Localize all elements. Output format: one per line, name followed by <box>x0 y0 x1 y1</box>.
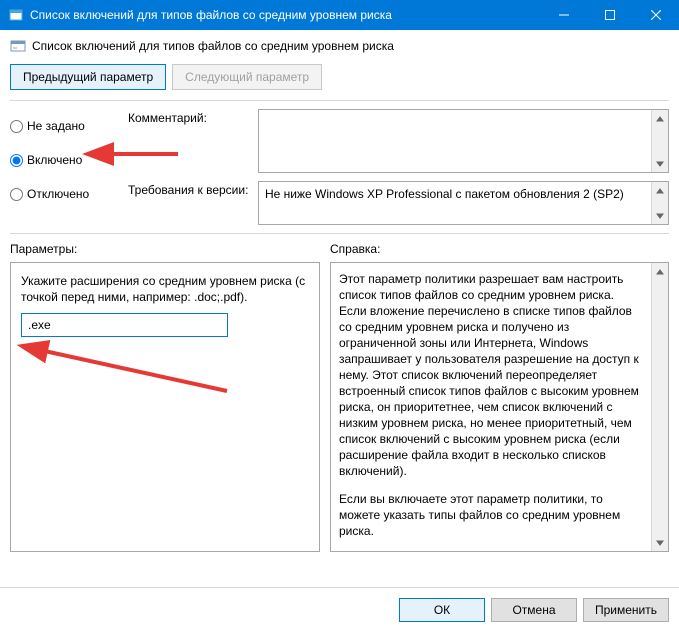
scrollbar[interactable] <box>651 182 668 224</box>
help-label: Справка: <box>330 242 380 256</box>
radio-disabled-label[interactable]: Отключено <box>27 187 89 201</box>
scroll-down-icon[interactable] <box>652 534 668 551</box>
scroll-down-icon[interactable] <box>652 207 668 224</box>
radio-disabled[interactable] <box>10 188 23 201</box>
extensions-input[interactable] <box>21 313 228 337</box>
ok-button[interactable]: ОК <box>399 598 485 622</box>
apply-button[interactable]: Применить <box>583 598 669 622</box>
window-controls <box>541 0 679 30</box>
radio-not-configured[interactable] <box>10 120 23 133</box>
supported-value: Не ниже Windows XP Professional с пакето… <box>265 187 624 201</box>
policy-header: Список включений для типов файлов со сре… <box>10 38 669 54</box>
minimize-button[interactable] <box>541 0 587 30</box>
policy-title: Список включений для типов файлов со сре… <box>32 39 394 53</box>
window-title: Список включений для типов файлов со сре… <box>30 8 541 22</box>
comment-textarea[interactable] <box>258 109 669 173</box>
supported-label: Требования к версии: <box>128 181 258 225</box>
options-panel: Укажите расширения со средним уровнем ри… <box>10 262 320 552</box>
radio-not-configured-label[interactable]: Не задано <box>27 119 85 133</box>
scroll-up-icon[interactable] <box>652 263 668 280</box>
supported-box: Не ниже Windows XP Professional с пакето… <box>258 181 669 225</box>
help-text: Этот параметр политики разрешает вам нас… <box>339 271 644 552</box>
maximize-button[interactable] <box>587 0 633 30</box>
help-panel: Этот параметр политики разрешает вам нас… <box>330 262 669 552</box>
divider <box>10 233 669 234</box>
next-setting-button: Следующий параметр <box>172 64 322 90</box>
dialog-footer: ОК Отмена Применить <box>0 587 679 631</box>
help-p2: Если вы включаете этот параметр политики… <box>339 491 644 539</box>
app-icon <box>8 7 24 23</box>
cancel-button[interactable]: Отмена <box>491 598 577 622</box>
scrollbar[interactable] <box>651 110 668 172</box>
close-button[interactable] <box>633 0 679 30</box>
prev-setting-button[interactable]: Предыдущий параметр <box>10 64 166 90</box>
help-p3: Если вы отключаете этот параметр политик… <box>339 551 644 552</box>
titlebar: Список включений для типов файлов со сре… <box>0 0 679 30</box>
state-radio-group: Не задано Включено Отключено <box>10 109 128 233</box>
scrollbar[interactable] <box>651 263 668 551</box>
comment-label: Комментарий: <box>128 109 258 173</box>
options-label: Параметры: <box>10 242 330 256</box>
policy-icon <box>10 38 26 54</box>
divider <box>10 100 669 101</box>
radio-enabled-label[interactable]: Включено <box>27 153 82 167</box>
radio-enabled[interactable] <box>10 154 23 167</box>
options-hint: Укажите расширения со средним уровнем ри… <box>21 273 309 305</box>
help-p1: Этот параметр политики разрешает вам нас… <box>339 271 644 479</box>
scroll-up-icon[interactable] <box>652 182 668 199</box>
scroll-down-icon[interactable] <box>652 155 668 172</box>
scroll-up-icon[interactable] <box>652 110 668 127</box>
